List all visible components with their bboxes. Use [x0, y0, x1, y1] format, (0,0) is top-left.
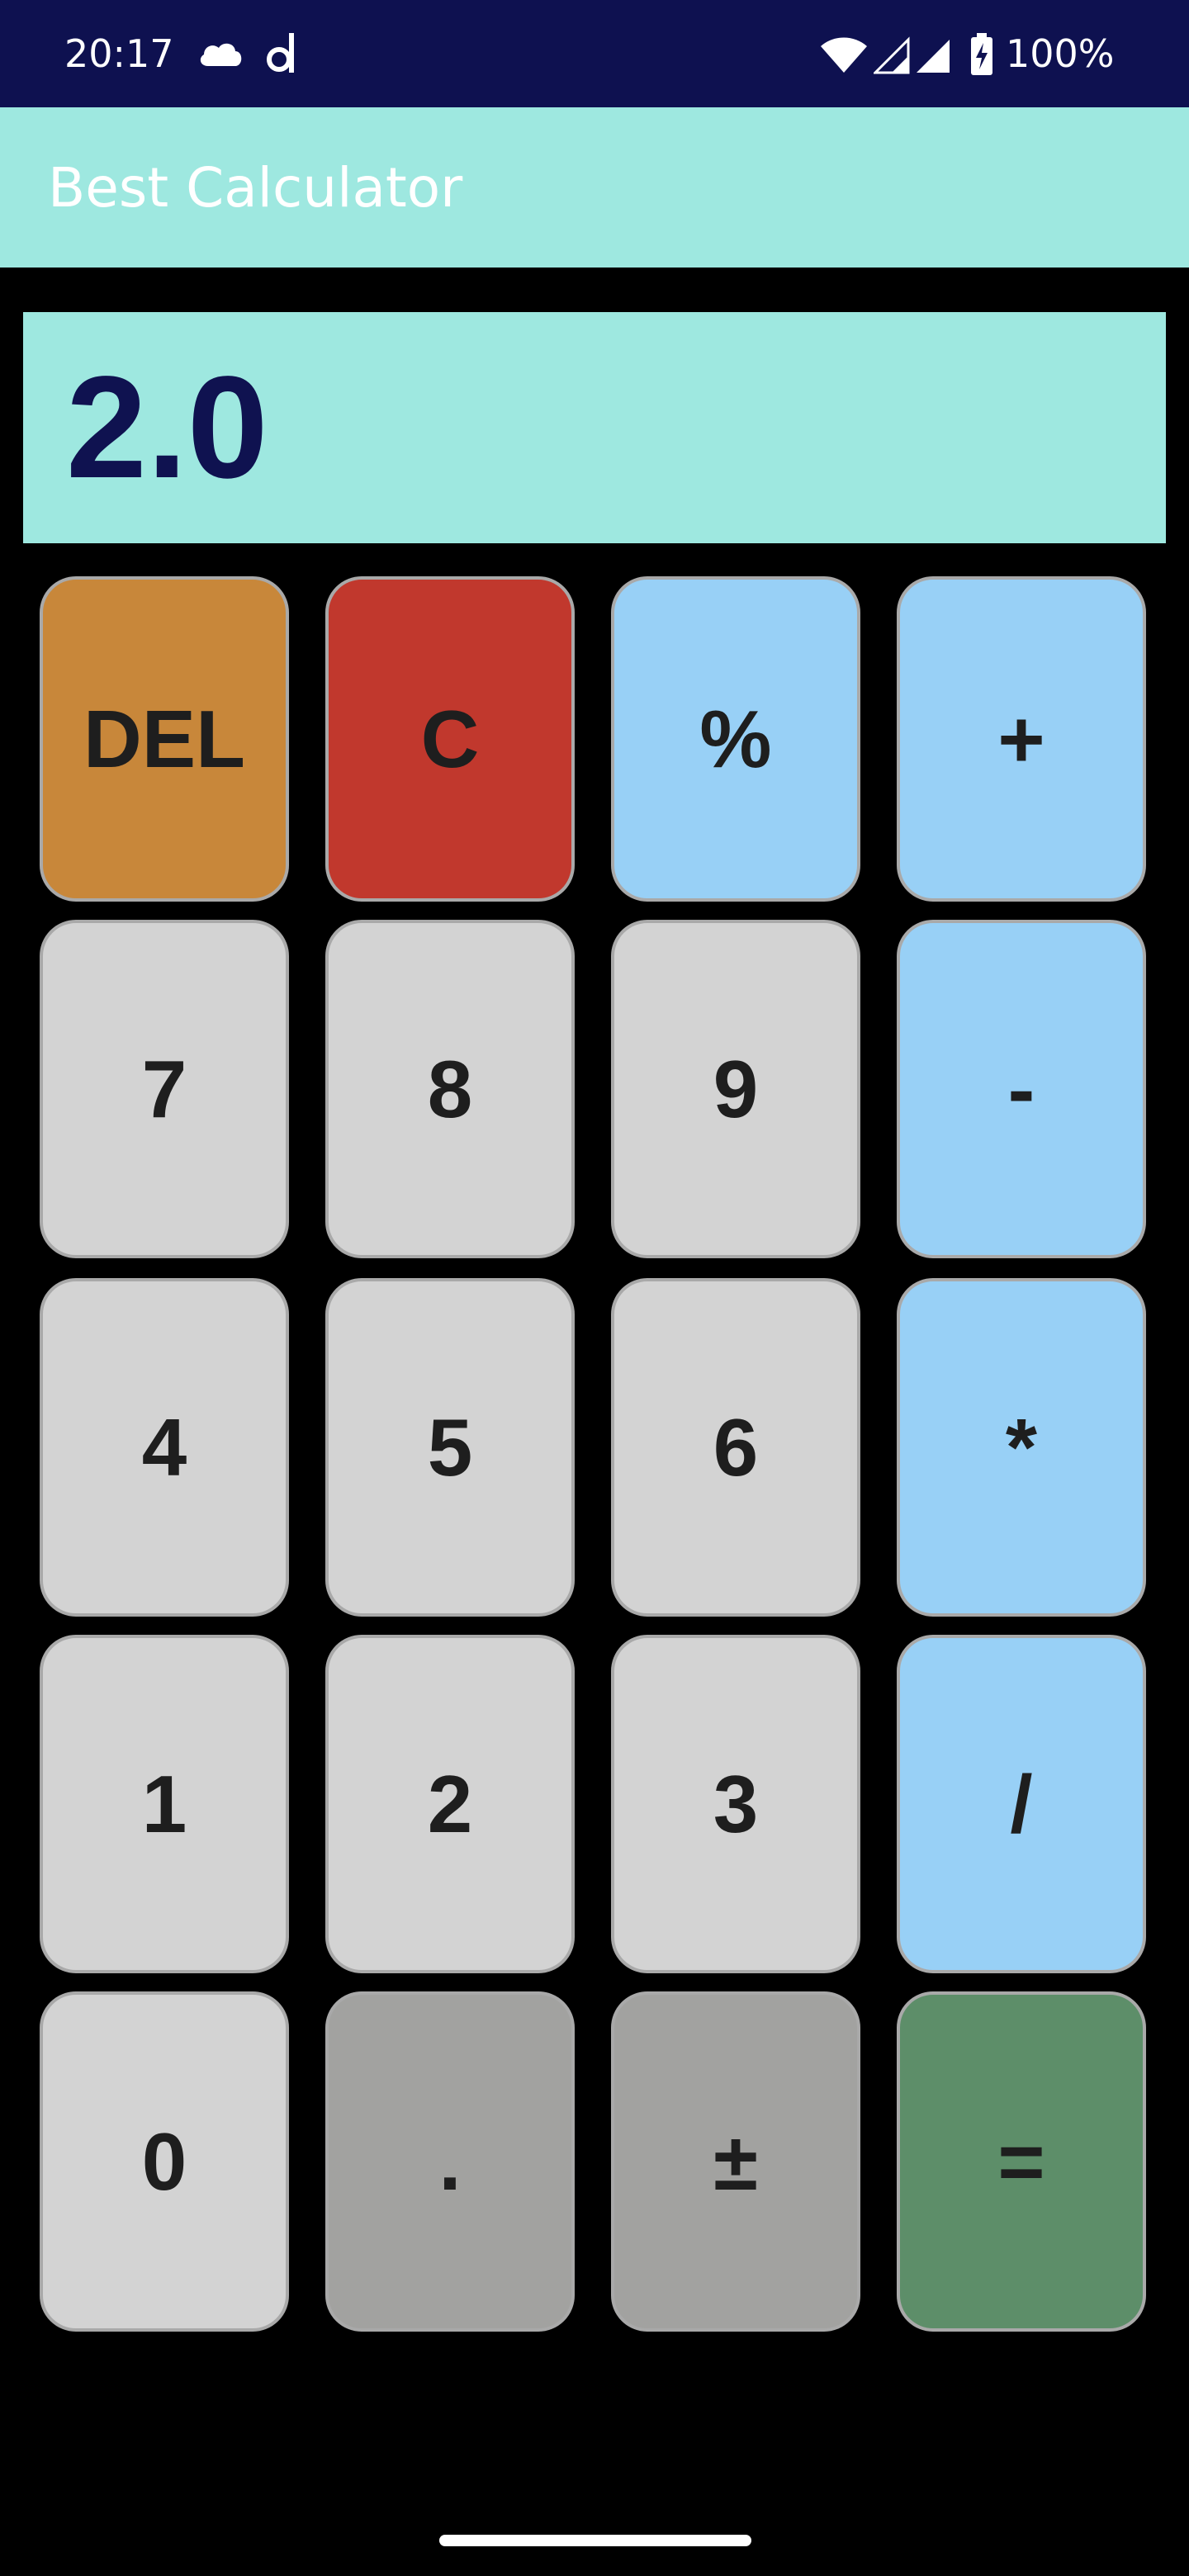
signal-icon — [874, 36, 910, 74]
sign-toggle-button[interactable]: ± — [611, 1991, 860, 2332]
display-value: 2.0 — [66, 347, 268, 509]
digit-0-button[interactable]: 0 — [40, 1991, 289, 2332]
clear-button[interactable]: C — [325, 576, 575, 902]
status-time: 20:17 — [64, 31, 174, 76]
home-indicator[interactable] — [439, 2535, 751, 2546]
percent-button[interactable]: % — [611, 576, 860, 902]
digit-2-button[interactable]: 2 — [325, 1635, 575, 1973]
digit-5-button[interactable]: 5 — [325, 1278, 575, 1617]
equals-button[interactable]: = — [897, 1991, 1146, 2332]
decimal-point-button[interactable]: . — [325, 1991, 575, 2332]
result-display: 2.0 — [23, 312, 1166, 543]
wifi-icon — [821, 37, 867, 73]
digit-6-button[interactable]: 6 — [611, 1278, 860, 1617]
cloud-icon — [200, 43, 242, 66]
digit-4-button[interactable]: 4 — [40, 1278, 289, 1617]
d-letter-icon — [267, 33, 294, 73]
battery-charging-icon — [971, 33, 992, 75]
digit-9-button[interactable]: 9 — [611, 920, 860, 1258]
digit-3-button[interactable]: 3 — [611, 1635, 860, 1973]
battery-percentage: 100% — [1006, 31, 1115, 76]
app-bar: Best Calculator — [0, 107, 1189, 268]
delete-button[interactable]: DEL — [40, 576, 289, 902]
status-bar: 20:17 100% — [0, 0, 1189, 107]
minus-button[interactable]: - — [897, 920, 1146, 1258]
app-title: Best Calculator — [48, 156, 463, 220]
digit-1-button[interactable]: 1 — [40, 1635, 289, 1973]
plus-button[interactable]: + — [897, 576, 1146, 902]
multiply-button[interactable]: * — [897, 1278, 1146, 1617]
digit-8-button[interactable]: 8 — [325, 920, 575, 1258]
signal-icon — [917, 40, 950, 73]
divide-button[interactable]: / — [897, 1635, 1146, 1973]
digit-7-button[interactable]: 7 — [40, 920, 289, 1258]
